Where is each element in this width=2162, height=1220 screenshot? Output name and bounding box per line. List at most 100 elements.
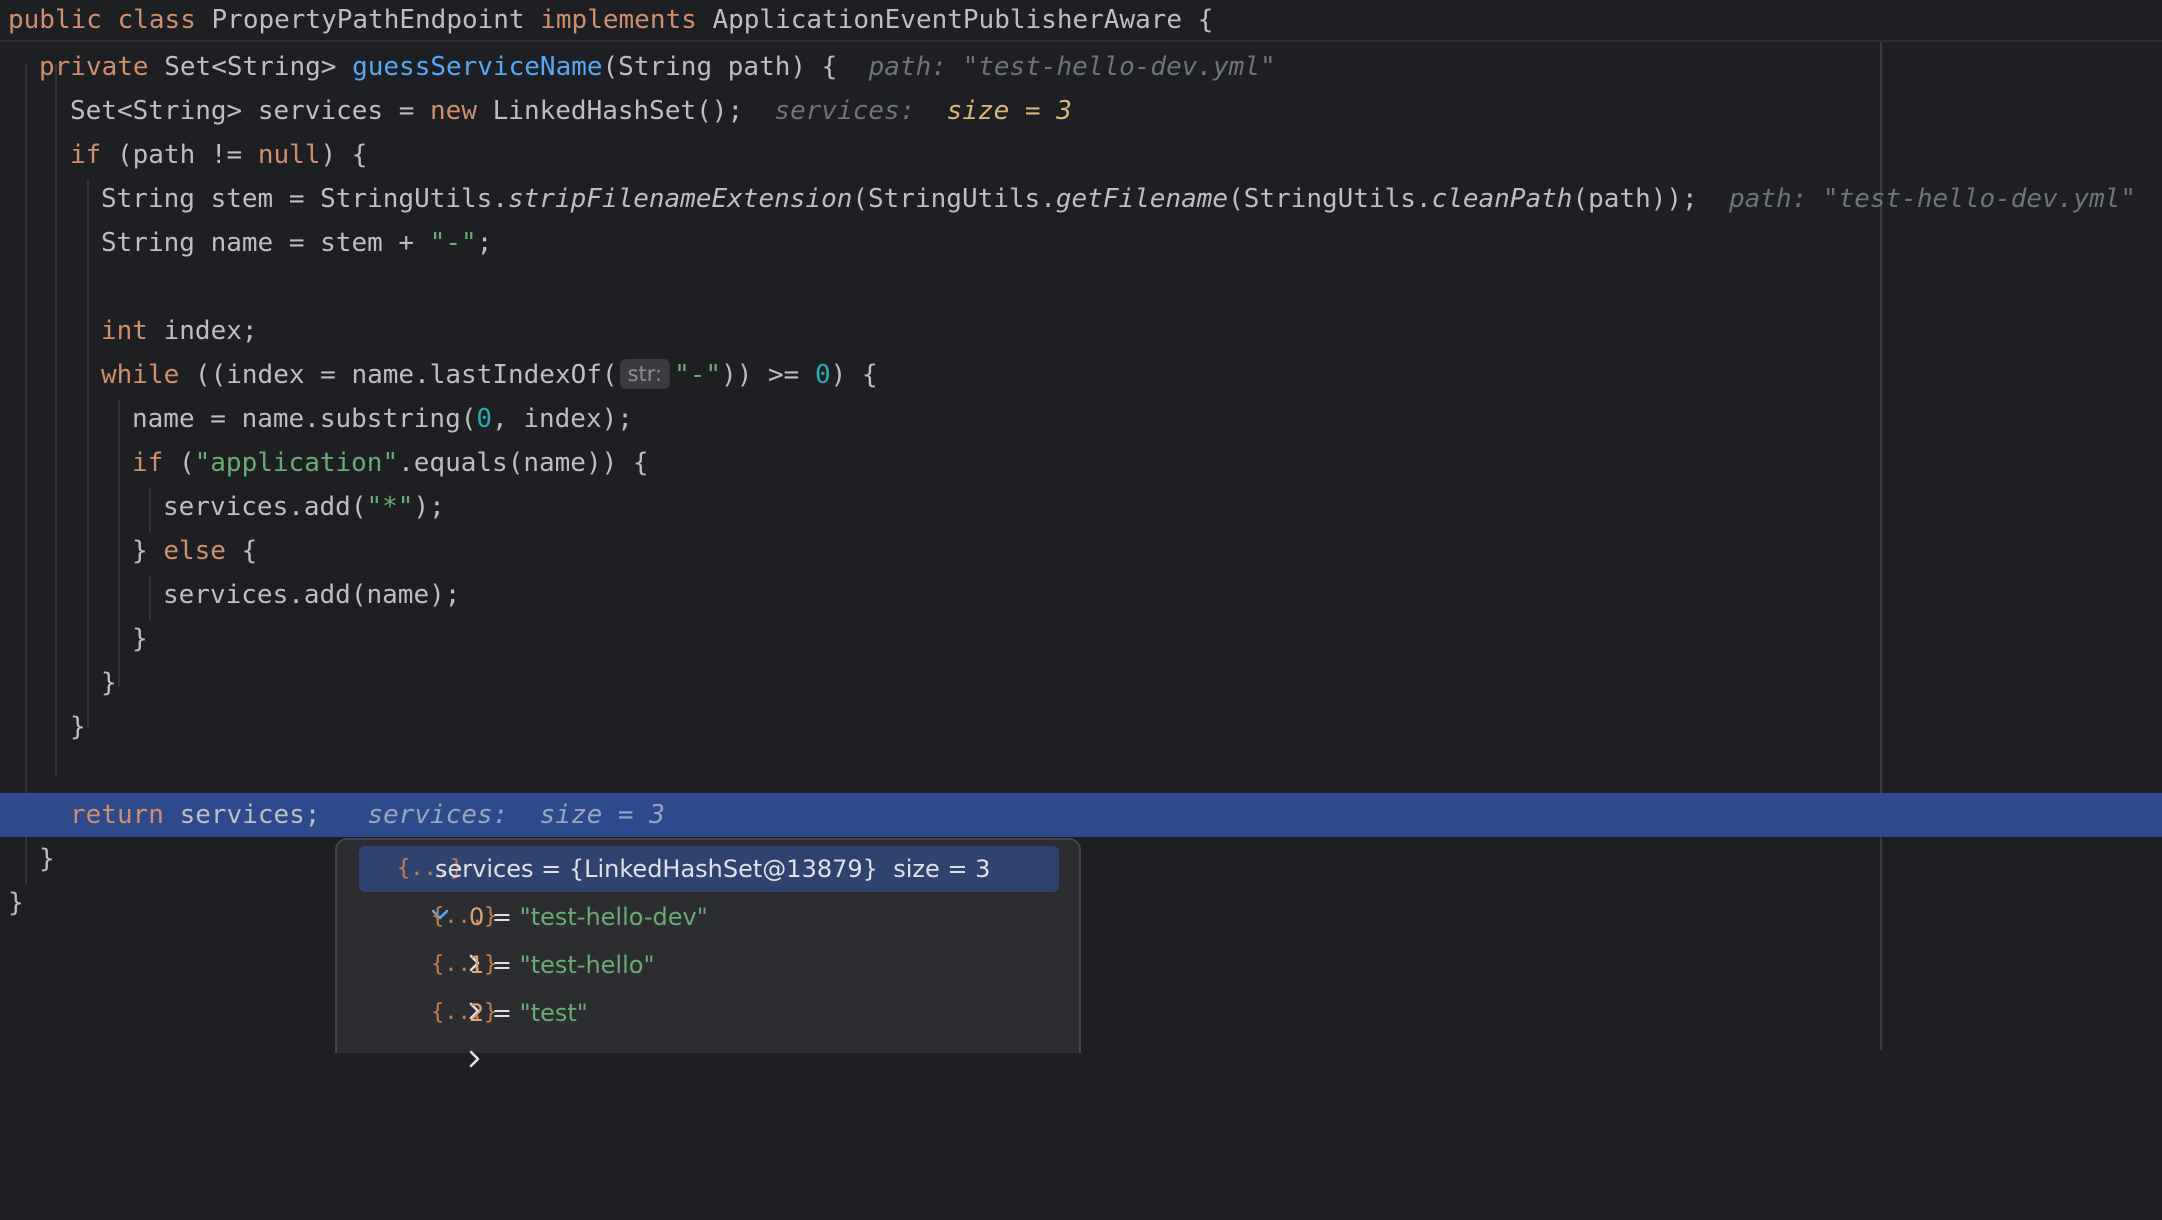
element-value: "test-hello" — [519, 951, 655, 979]
return-type: Set<String> — [164, 52, 337, 82]
keyword-if: if — [132, 448, 164, 478]
code-line-close-brace[interactable]: } — [0, 661, 2162, 705]
static-method-call: getFilename — [1055, 184, 1229, 214]
chevron-right-icon[interactable] — [401, 990, 480, 1068]
code-text: } — [39, 844, 55, 874]
variable-name: services — [435, 855, 534, 883]
number-literal: 0 — [476, 404, 493, 434]
code-text: index; — [147, 316, 258, 346]
code-text: ); — [413, 492, 445, 522]
code-text: services.add( — [163, 492, 367, 522]
equals-sign: = — [484, 903, 520, 931]
keyword-null: null — [257, 140, 321, 170]
element-index: 0 — [469, 903, 485, 931]
code-line-substring[interactable]: name = name.substring(0, index); — [0, 397, 2162, 441]
keyword-while: while — [101, 360, 180, 390]
equals-sign: = — [484, 951, 520, 979]
code-line-stem[interactable]: String stem = StringUtils.stripFilenameE… — [0, 177, 2162, 221]
method-name: guessServiceName — [352, 52, 603, 82]
keyword-else: else — [163, 536, 226, 566]
code-text: } — [132, 624, 148, 654]
inline-debug-hint-value: size = 3 — [539, 800, 665, 830]
code-text: ; — [476, 228, 493, 258]
code-text: String name = stem + — [101, 228, 430, 258]
open-brace: { — [1197, 5, 1214, 35]
keyword-int: int — [101, 316, 148, 346]
element-value: "test" — [519, 999, 588, 1027]
inline-debug-hint-label: services: — [367, 800, 509, 830]
string-literal: "*" — [366, 492, 414, 522]
number-literal: 0 — [814, 360, 831, 390]
code-line-return-execution-point[interactable]: return services; services: size = 3 — [0, 793, 2162, 837]
code-text: } — [70, 712, 86, 742]
code-text: , index); — [492, 404, 633, 434]
code-text: String stem = StringUtils. — [101, 184, 508, 214]
string-literal: "-" — [429, 228, 477, 258]
static-method-call: cleanPath — [1431, 184, 1573, 214]
element-index: 2 — [469, 999, 485, 1027]
code-line-add-name[interactable]: services.add(name); — [0, 573, 2162, 617]
code-editor[interactable]: public class PropertyPathEndpoint implem… — [0, 0, 2162, 1068]
code-text: } — [8, 888, 24, 918]
code-line-if-application[interactable]: if ("application".equals(name)) { — [0, 441, 2162, 485]
inline-debug-hint-value: size = 3 — [946, 96, 1072, 126]
static-method-call: stripFilenameExtension — [508, 184, 853, 214]
tree-node-element[interactable]: {...} 1 = "test-hello" — [359, 942, 1059, 1020]
code-text: (StringUtils. — [1228, 184, 1432, 214]
code-line-close-brace[interactable]: } — [0, 705, 2162, 749]
code-text: (path)); — [1572, 184, 1698, 214]
collection-size: size = 3 — [893, 855, 991, 883]
element-value: "test-hello-dev" — [519, 903, 708, 931]
code-text: (path != — [101, 140, 258, 170]
code-text: services.add(name); — [163, 580, 461, 610]
inline-debug-hint-path: path: "test-hello-dev.yml" — [1729, 184, 2136, 214]
code-line-else[interactable]: } else { — [0, 529, 2162, 573]
chevron-right-icon[interactable] — [401, 894, 480, 972]
code-line-class-close-brace[interactable]: } — [0, 881, 2162, 925]
code-line-method-close-brace[interactable]: } — [0, 837, 2162, 881]
code-text: } — [132, 536, 164, 566]
tree-node-element[interactable]: {...} 0 = "test-hello-dev" — [359, 894, 1059, 972]
code-text: { — [225, 536, 258, 566]
code-text: .equals(name)) { — [398, 448, 649, 478]
element-index: 1 — [469, 951, 485, 979]
keyword-implements: implements — [540, 5, 697, 35]
string-literal: "application" — [194, 448, 399, 478]
code-text: services; — [163, 800, 321, 830]
keyword-public: public — [8, 5, 102, 35]
equals-sign: = — [484, 999, 520, 1027]
code-text: ((index = name.lastIndexOf( — [179, 360, 618, 390]
chevron-down-icon[interactable] — [367, 846, 449, 920]
code-line-close-brace[interactable]: } — [0, 617, 2162, 661]
inline-debug-hint-label: services: — [774, 96, 916, 126]
code-line-index-decl[interactable]: int index; — [0, 309, 2162, 353]
keyword-private: private — [39, 52, 149, 82]
code-text: } — [101, 668, 117, 698]
code-text: )) >= — [721, 360, 815, 390]
string-literal: "-" — [674, 360, 722, 390]
code-text: name = name.substring( — [132, 404, 477, 434]
keyword-if: if — [70, 140, 102, 170]
code-line-add-star[interactable]: services.add("*"); — [0, 485, 2162, 529]
code-text: LinkedHashSet(); — [477, 96, 744, 126]
keyword-return: return — [70, 800, 164, 830]
code-line-services-init[interactable]: Set<String> services = new LinkedHashSet… — [0, 89, 2162, 133]
chevron-right-icon[interactable] — [401, 942, 480, 1020]
class-name: PropertyPathEndpoint — [211, 5, 525, 35]
method-params: (String path) { — [602, 52, 838, 82]
code-line-class-declaration[interactable]: public class PropertyPathEndpoint implem… — [0, 0, 2162, 42]
debug-value-popup[interactable]: {...} services = {LinkedHashSet@13879} s… — [335, 838, 1081, 1068]
code-text: (StringUtils. — [852, 184, 1056, 214]
tree-node-services[interactable]: {...} services = {LinkedHashSet@13879} s… — [359, 846, 1059, 920]
code-text: ( — [163, 448, 195, 478]
code-line-name[interactable]: String name = stem + "-"; — [0, 221, 2162, 265]
tree-node-element[interactable]: {...} 2 = "test" — [359, 990, 1059, 1068]
code-line-method-declaration[interactable]: private Set<String> guessServiceName(Str… — [0, 45, 2162, 89]
keyword-new: new — [430, 96, 477, 126]
code-line-if-path[interactable]: if (path != null) { — [0, 133, 2162, 177]
parameter-name-hint: str: — [619, 359, 671, 389]
code-text: ) { — [830, 360, 878, 390]
keyword-class: class — [117, 5, 196, 35]
code-line-while[interactable]: while ((index = name.lastIndexOf(str: "-"… — [0, 353, 2162, 397]
code-text: Set<String> services = — [70, 96, 431, 126]
